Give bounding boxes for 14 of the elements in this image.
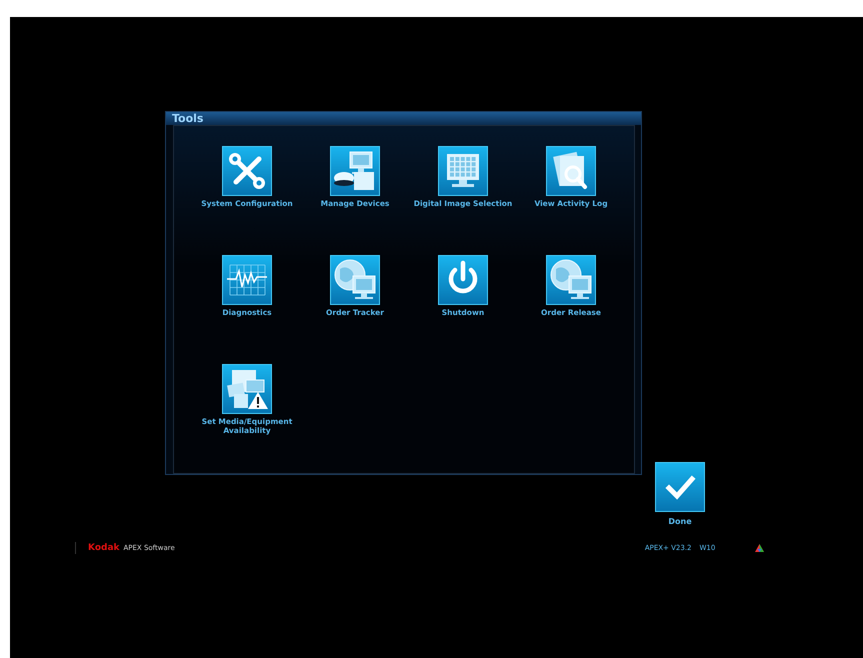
magnifier-icon (546, 146, 596, 196)
checkmark-icon (655, 462, 705, 512)
pulse-chart-icon (222, 255, 272, 305)
brand-logo: Kodak (88, 543, 120, 553)
tools-icon (222, 146, 272, 196)
done-button[interactable]: Done (655, 462, 705, 526)
dialog-title: Tools (166, 112, 641, 125)
monitor-icon (438, 146, 488, 196)
printer-warning-icon (222, 364, 272, 414)
globe-monitor-icon (330, 255, 380, 305)
devices-icon (330, 146, 380, 196)
power-icon (438, 255, 488, 305)
triangle-logo-icon (755, 544, 764, 552)
globe-monitor-icon (546, 255, 596, 305)
